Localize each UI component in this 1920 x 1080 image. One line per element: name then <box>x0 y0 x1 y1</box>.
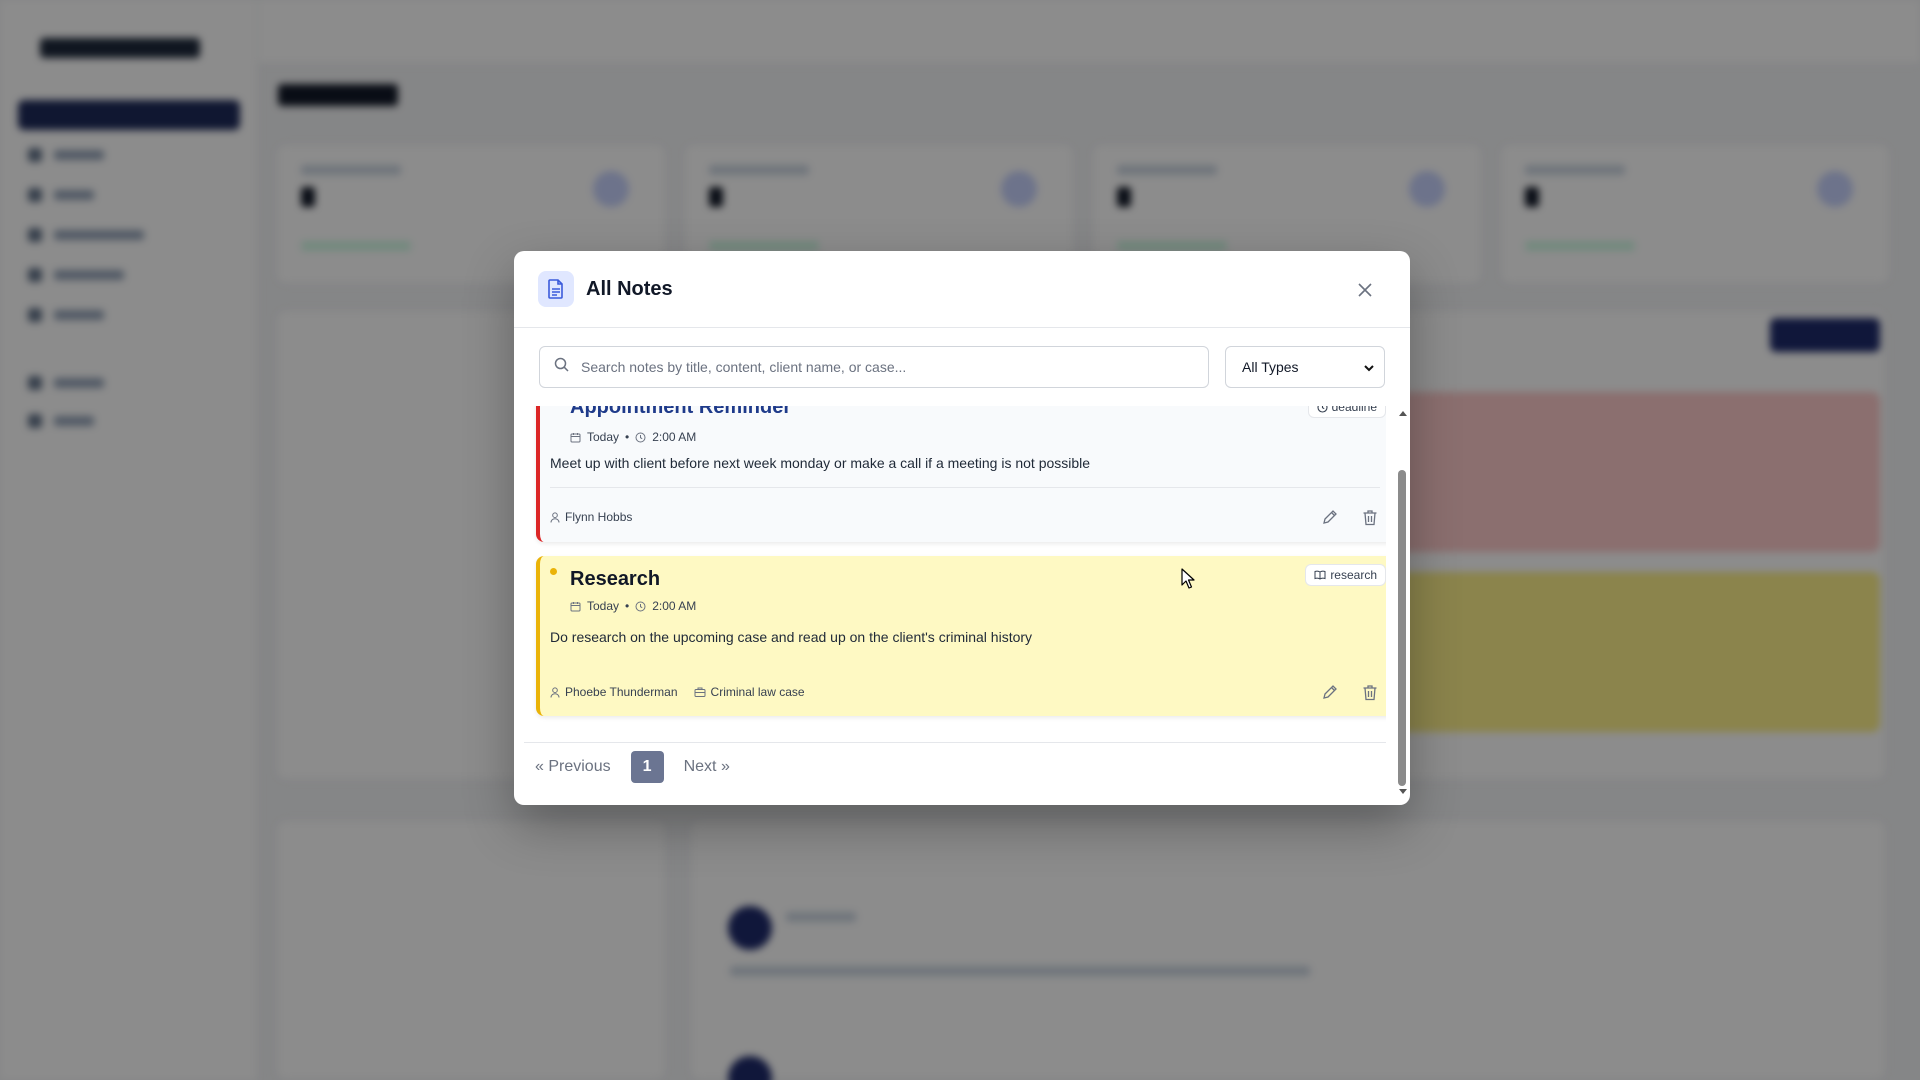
note-date: Today <box>587 430 620 444</box>
calendar-icon <box>570 601 581 611</box>
edit-icon[interactable] <box>1320 682 1340 702</box>
note-actions <box>1320 682 1380 702</box>
note-title: Research <box>570 568 661 590</box>
page-1-button[interactable]: 1 <box>630 751 664 783</box>
note-meta: Today • 2:00 AM <box>570 599 696 613</box>
meta-separator: • <box>625 430 630 444</box>
note-client: Flynn Hobbs <box>565 510 633 524</box>
pagination-divider <box>524 742 1386 743</box>
note-actions <box>1320 507 1380 527</box>
modal-title: All Notes <box>586 277 673 300</box>
user-icon <box>550 686 560 698</box>
scroll-up-arrow-icon[interactable] <box>1399 411 1407 416</box>
type-filter-select[interactable]: All Types <box>1225 346 1385 388</box>
all-notes-modal: All Notes All Types Appointment Reminder… <box>514 251 1410 805</box>
calendar-icon <box>570 432 581 442</box>
note-case: Criminal law case <box>710 685 805 699</box>
trash-icon[interactable] <box>1360 682 1380 702</box>
document-icon <box>538 271 574 307</box>
modal-header: All Notes <box>514 251 1410 328</box>
unread-dot <box>550 568 557 575</box>
note-footer: Flynn Hobbs <box>550 510 632 524</box>
pagination: « Previous 1 Next » <box>535 751 730 783</box>
scroll-down-arrow-icon[interactable] <box>1399 789 1407 794</box>
trash-icon[interactable] <box>1360 507 1380 527</box>
note-date: Today <box>587 599 620 613</box>
note-card[interactable]: Research research Today • 2:00 AM Do res… <box>536 556 1386 716</box>
briefcase-icon <box>694 687 706 697</box>
note-time: 2:00 AM <box>652 430 697 444</box>
note-divider <box>550 487 1380 488</box>
search-input[interactable] <box>581 359 1181 375</box>
clock-icon <box>1317 406 1328 413</box>
book-icon <box>1314 570 1326 580</box>
notes-list[interactable]: Appointment Reminder deadline Today • 2:… <box>522 406 1386 744</box>
note-client: Phoebe Thunderman <box>565 685 678 699</box>
note-tag: deadline <box>1307 406 1386 418</box>
clock-icon <box>635 601 646 611</box>
clock-icon <box>635 432 646 442</box>
note-tag-label: deadline <box>1331 406 1377 414</box>
previous-page-link[interactable]: « Previous <box>535 758 611 776</box>
meta-separator: • <box>625 599 630 613</box>
note-time: 2:00 AM <box>652 599 697 613</box>
notes-scrollbar[interactable] <box>1395 403 1409 795</box>
edit-icon[interactable] <box>1320 507 1340 527</box>
scrollbar-thumb[interactable] <box>1398 470 1406 786</box>
close-icon[interactable] <box>1354 279 1376 301</box>
search-field[interactable] <box>539 346 1209 388</box>
mouse-cursor-icon <box>1181 568 1195 594</box>
note-content: Meet up with client before next week mon… <box>550 455 1091 471</box>
type-filter-value: All Types <box>1242 359 1299 375</box>
note-content: Do research on the upcoming case and rea… <box>550 629 1033 645</box>
search-icon <box>554 357 569 377</box>
note-card[interactable]: Appointment Reminder deadline Today • 2:… <box>536 406 1386 542</box>
user-icon <box>550 511 560 523</box>
note-meta: Today • 2:00 AM <box>570 430 696 444</box>
note-tag: research <box>1305 564 1386 586</box>
note-title: Appointment Reminder <box>570 406 792 418</box>
note-footer: Phoebe Thunderman Criminal law case <box>550 685 805 699</box>
chevron-down-icon <box>1364 359 1374 375</box>
note-tag-label: research <box>1330 568 1377 582</box>
next-page-link[interactable]: Next » <box>684 758 730 776</box>
